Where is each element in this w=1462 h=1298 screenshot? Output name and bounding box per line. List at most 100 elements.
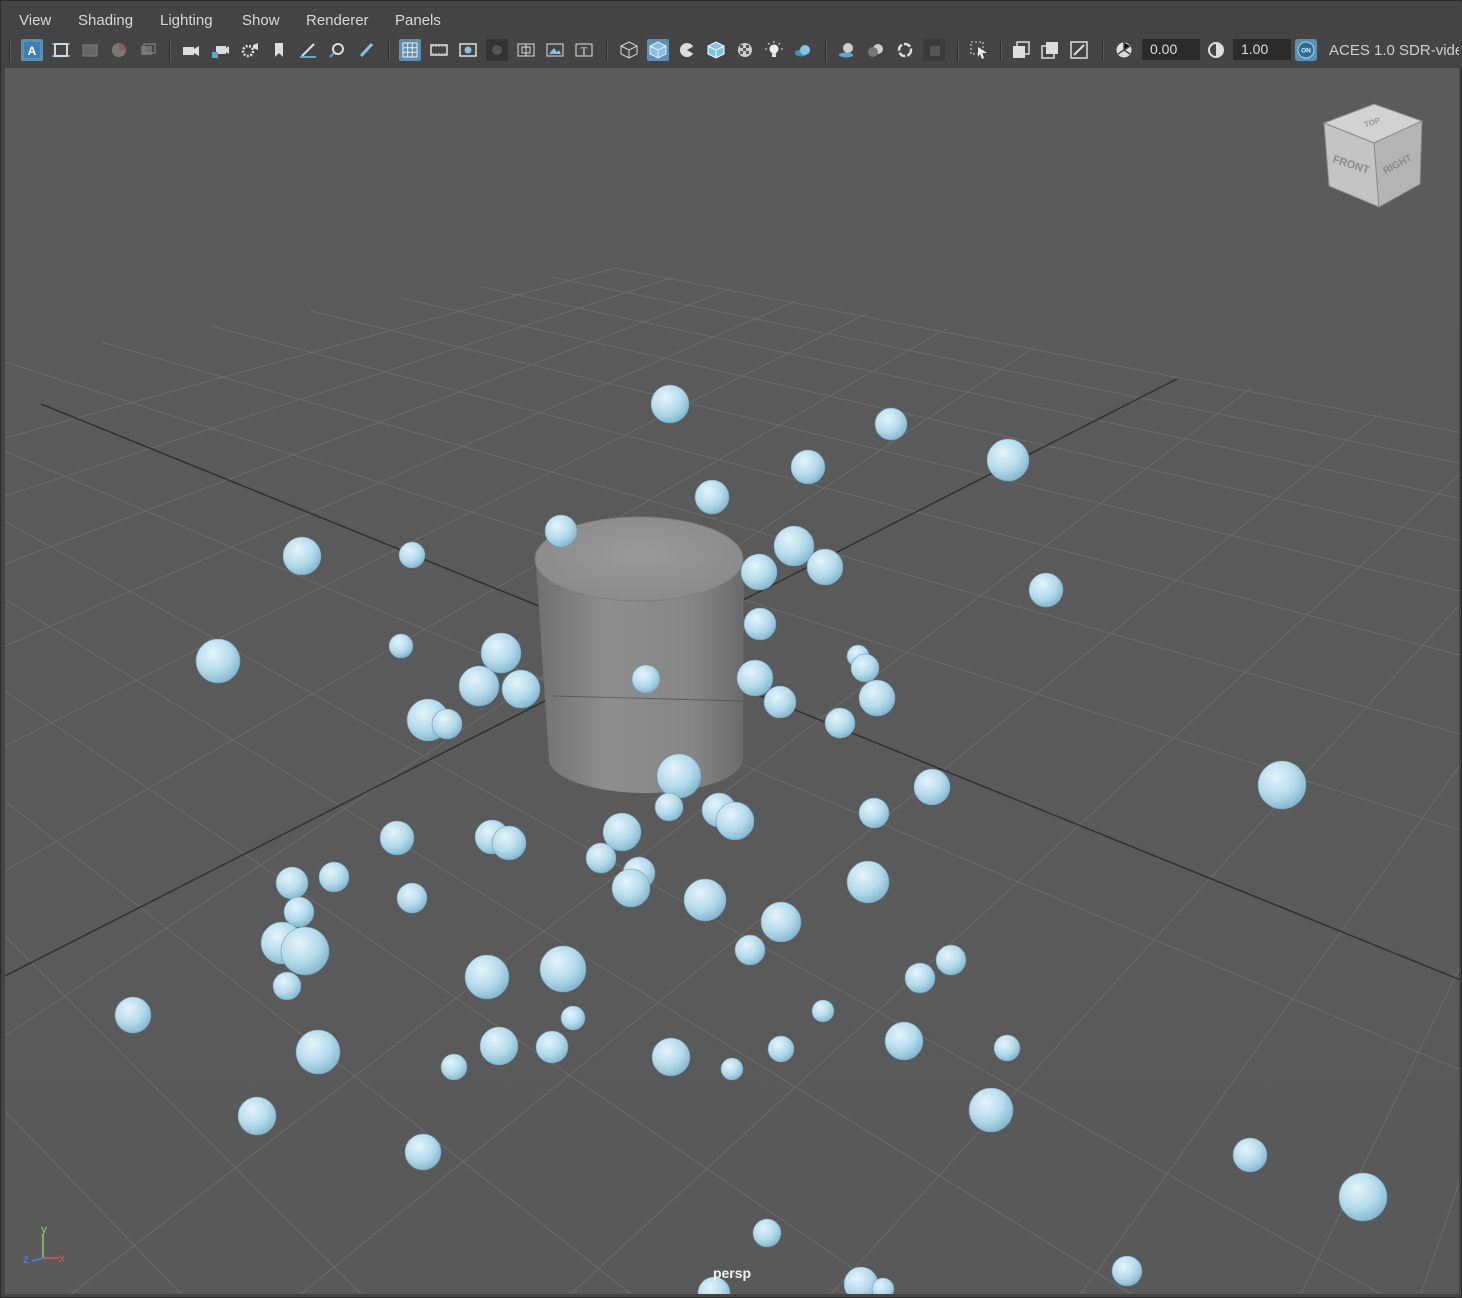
camera-attributes-icon[interactable] <box>50 39 72 61</box>
view-transform-label[interactable]: ACES 1.0 SDR-vide <box>1329 42 1459 59</box>
particle-sphere[interactable] <box>734 934 766 966</box>
particle-sphere[interactable] <box>272 971 302 1001</box>
menu-show[interactable]: Show <box>242 12 280 29</box>
particle-sphere[interactable] <box>631 664 661 694</box>
particle-sphere[interactable] <box>656 753 702 799</box>
textured-icon[interactable] <box>734 39 756 61</box>
gamma-field[interactable]: 1.00 <box>1233 39 1291 60</box>
view-cube[interactable]: TOP FRONT RIGHT <box>1322 103 1424 208</box>
particle-sphere[interactable] <box>743 607 777 641</box>
particle-sphere[interactable] <box>464 954 510 1000</box>
particle-sphere[interactable] <box>1232 1137 1268 1173</box>
particle-sphere[interactable] <box>904 962 936 994</box>
particle-sphere[interactable] <box>1257 760 1307 810</box>
isolate-select-icon[interactable] <box>968 39 990 61</box>
particle-spheres[interactable] <box>114 384 1388 1294</box>
particle-sphere[interactable] <box>790 449 826 485</box>
camera-icon[interactable] <box>180 39 202 61</box>
gamma-icon[interactable] <box>1205 39 1227 61</box>
particle-sphere[interactable] <box>585 842 617 874</box>
xray-icon[interactable] <box>1010 39 1032 61</box>
lock-camera-icon[interactable] <box>209 39 231 61</box>
particle-sphere[interactable] <box>968 1087 1014 1133</box>
safe-action-icon[interactable] <box>544 39 566 61</box>
particle-sphere[interactable] <box>986 438 1030 482</box>
anti-aliasing-icon[interactable] <box>894 39 916 61</box>
menu-lighting[interactable]: Lighting <box>160 12 213 29</box>
particle-sphere[interactable] <box>280 926 330 976</box>
particle-sphere[interactable] <box>283 896 315 928</box>
bookmark-icon[interactable] <box>268 39 290 61</box>
particle-sphere[interactable] <box>458 665 500 707</box>
particle-sphere[interactable] <box>1028 572 1064 608</box>
particle-sphere[interactable] <box>858 679 896 717</box>
menu-renderer[interactable]: Renderer <box>306 12 369 29</box>
particle-sphere[interactable] <box>535 1030 569 1064</box>
shadows-icon[interactable] <box>792 39 814 61</box>
particle-sphere[interactable] <box>318 861 350 893</box>
safe-title-icon[interactable]: T <box>573 39 595 61</box>
particle-sphere[interactable] <box>650 384 690 424</box>
film-gate-icon[interactable] <box>428 39 450 61</box>
snapshot-icon[interactable] <box>326 39 348 61</box>
particle-sphere[interactable] <box>913 768 951 806</box>
particle-sphere[interactable] <box>491 825 527 861</box>
particle-sphere[interactable] <box>275 866 309 900</box>
particle-sphere[interactable] <box>874 407 908 441</box>
particle-sphere[interactable] <box>544 514 578 548</box>
particle-sphere[interactable] <box>501 669 541 709</box>
particle-sphere[interactable] <box>767 1035 795 1063</box>
particle-sphere[interactable] <box>431 708 463 740</box>
particle-sphere[interactable] <box>993 1034 1021 1062</box>
menu-shading[interactable]: Shading <box>78 12 133 29</box>
wireframe-on-shaded-icon[interactable] <box>705 39 727 61</box>
particle-sphere[interactable] <box>440 1053 468 1081</box>
particle-sphere[interactable] <box>480 632 522 674</box>
select-camera-icon[interactable]: A <box>21 39 43 61</box>
particle-sphere[interactable] <box>237 1096 277 1136</box>
particle-sphere[interactable] <box>195 638 241 684</box>
default-material-icon[interactable] <box>676 39 698 61</box>
particle-sphere[interactable] <box>806 548 844 586</box>
particle-sphere[interactable] <box>773 525 815 567</box>
screen-space-ao-icon[interactable] <box>836 39 858 61</box>
particle-sphere[interactable] <box>295 1029 341 1075</box>
grease-pencil-icon[interactable] <box>297 39 319 61</box>
particle-sphere[interactable] <box>611 868 651 908</box>
particle-sphere[interactable] <box>760 901 802 943</box>
particle-sphere[interactable] <box>715 801 755 841</box>
particle-sphere[interactable] <box>740 553 778 591</box>
particle-sphere[interactable] <box>846 860 890 904</box>
particle-sphere[interactable] <box>404 1133 442 1171</box>
particle-sphere[interactable] <box>479 1026 519 1066</box>
particle-sphere[interactable] <box>763 685 797 719</box>
menu-panels[interactable]: Panels <box>395 12 441 29</box>
bookmarks-icon[interactable] <box>79 39 101 61</box>
particle-sphere[interactable] <box>694 479 730 515</box>
wireframe-icon[interactable] <box>618 39 640 61</box>
particle-sphere[interactable] <box>824 707 856 739</box>
image-plane-icon[interactable] <box>108 39 130 61</box>
particle-sphere[interactable] <box>1338 1172 1388 1222</box>
grid-icon[interactable] <box>399 39 421 61</box>
2d-pan-zoom-icon[interactable] <box>137 39 159 61</box>
lights-icon[interactable] <box>763 39 785 61</box>
particle-sphere[interactable] <box>398 541 426 569</box>
resolution-gate-icon[interactable] <box>457 39 479 61</box>
paint-brush-icon[interactable] <box>355 39 377 61</box>
particle-sphere[interactable] <box>651 1037 691 1077</box>
particle-sphere[interactable] <box>114 996 152 1034</box>
particle-sphere[interactable] <box>388 633 414 659</box>
smooth-shade-icon[interactable] <box>647 39 669 61</box>
particle-sphere[interactable] <box>396 882 428 914</box>
motion-blur-icon[interactable] <box>865 39 887 61</box>
menu-view[interactable]: View <box>19 12 51 29</box>
particle-sphere[interactable] <box>752 1218 782 1248</box>
particle-sphere[interactable] <box>654 792 684 822</box>
particle-sphere[interactable] <box>720 1057 744 1081</box>
particle-sphere[interactable] <box>736 659 774 697</box>
particle-sphere[interactable] <box>282 536 322 576</box>
particle-sphere[interactable] <box>884 1021 924 1061</box>
cylinder-mesh[interactable] <box>534 516 744 793</box>
depth-of-field-icon[interactable] <box>923 39 945 61</box>
